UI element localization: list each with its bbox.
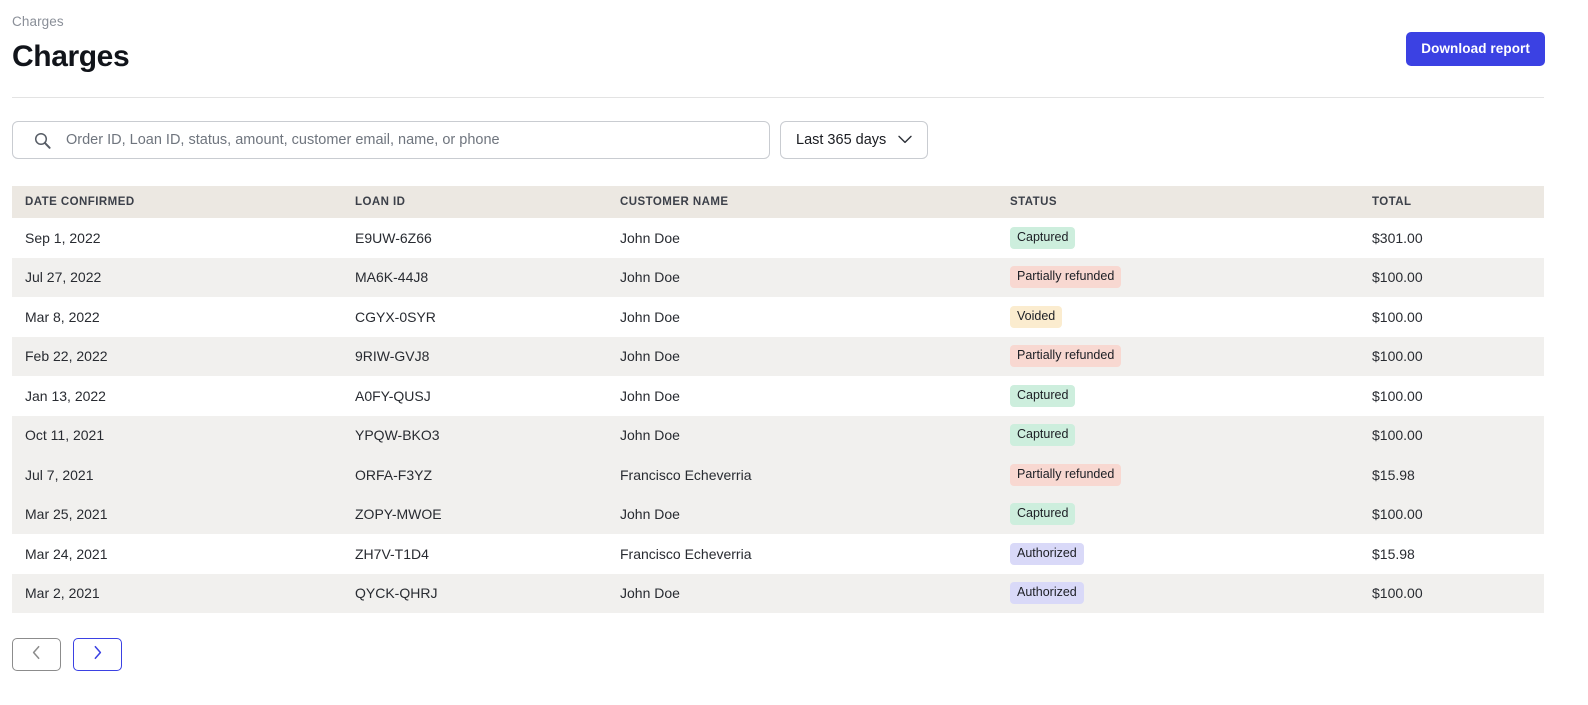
cell-total: $100.00	[1372, 416, 1544, 456]
cell-status: Captured	[1010, 416, 1372, 456]
status-badge: Captured	[1010, 424, 1075, 446]
cell-total: $100.00	[1372, 495, 1544, 535]
cell-customer: John Doe	[620, 337, 1010, 377]
table-row[interactable]: Sep 1, 2022E9UW-6Z66John DoeCaptured $301…	[12, 218, 1544, 258]
status-badge: Authorized	[1010, 582, 1084, 604]
cell-status: Authorized	[1010, 574, 1372, 614]
cell-date: Jul 7, 2021	[12, 455, 355, 495]
table-header-row: DATE CONFIRMED LOAN ID CUSTOMER NAME STA…	[12, 186, 1544, 218]
cell-customer: John Doe	[620, 416, 1010, 456]
chevron-left-icon	[32, 645, 41, 665]
table-row[interactable]: Jan 13, 2022A0FY-QUSJJohn DoeCaptured $10…	[12, 376, 1544, 416]
cell-status: Captured	[1010, 218, 1372, 258]
cell-loan_id: QYCK-QHRJ	[355, 574, 620, 614]
status-badge: Captured	[1010, 385, 1075, 407]
date-range-label: Last 365 days	[796, 132, 886, 148]
cell-total: $100.00	[1372, 258, 1544, 298]
status-badge: Captured	[1010, 227, 1075, 249]
cell-date: Sep 1, 2022	[12, 218, 355, 258]
pagination-next-button[interactable]	[73, 638, 122, 671]
download-report-button[interactable]: Download report	[1406, 32, 1545, 66]
page-title: Charges	[12, 39, 1544, 75]
cell-loan_id: A0FY-QUSJ	[355, 376, 620, 416]
pagination	[0, 613, 1588, 671]
page-header: Charges Charges Download report	[0, 0, 1588, 75]
cell-customer: Francisco Echeverria	[620, 455, 1010, 495]
cell-date: Mar 25, 2021	[12, 495, 355, 535]
cell-customer: Francisco Echeverria	[620, 534, 1010, 574]
cell-loan_id: E9UW-6Z66	[355, 218, 620, 258]
cell-total: $100.00	[1372, 297, 1544, 337]
cell-date: Jan 13, 2022	[12, 376, 355, 416]
table-row[interactable]: Mar 25, 2021ZOPY-MWOEJohn DoeCaptured $10…	[12, 495, 1544, 535]
cell-status: Authorized	[1010, 534, 1372, 574]
status-badge: Authorized	[1010, 543, 1084, 565]
status-badge: Voided	[1010, 306, 1062, 328]
table-row[interactable]: Jul 27, 2022MA6K-44J8John DoePartially r…	[12, 258, 1544, 298]
table-row[interactable]: Feb 22, 20229RIW-GVJ8John DoePartially r…	[12, 337, 1544, 377]
cell-loan_id: ORFA-F3YZ	[355, 455, 620, 495]
cell-loan_id: MA6K-44J8	[355, 258, 620, 298]
cell-customer: John Doe	[620, 495, 1010, 535]
charges-page: Charges Charges Download report Last 365…	[0, 0, 1588, 705]
cell-total: $100.00	[1372, 376, 1544, 416]
cell-loan_id: ZH7V-T1D4	[355, 534, 620, 574]
cell-loan_id: ZOPY-MWOE	[355, 495, 620, 535]
cell-date: Oct 11, 2021	[12, 416, 355, 456]
table-header: DATE CONFIRMED LOAN ID CUSTOMER NAME STA…	[12, 186, 1544, 218]
cell-loan_id: YPQW-BKO3	[355, 416, 620, 456]
search-field-wrapper	[12, 121, 770, 159]
cell-date: Mar 24, 2021	[12, 534, 355, 574]
cell-status: Partially refunded	[1010, 337, 1372, 377]
column-header-date-confirmed[interactable]: DATE CONFIRMED	[12, 186, 355, 218]
status-badge: Partially refunded	[1010, 345, 1121, 367]
chevron-down-icon	[898, 132, 912, 148]
column-header-status[interactable]: STATUS	[1010, 186, 1372, 218]
cell-date: Mar 2, 2021	[12, 574, 355, 614]
table-row[interactable]: Mar 2, 2021QYCK-QHRJJohn DoeAuthorized $1…	[12, 574, 1544, 614]
breadcrumb: Charges	[12, 14, 1544, 30]
charges-table-wrapper: DATE CONFIRMED LOAN ID CUSTOMER NAME STA…	[12, 186, 1544, 613]
cell-status: Captured	[1010, 495, 1372, 535]
cell-status: Partially refunded	[1010, 258, 1372, 298]
cell-total: $301.00	[1372, 218, 1544, 258]
status-badge: Partially refunded	[1010, 266, 1121, 288]
cell-status: Voided	[1010, 297, 1372, 337]
date-range-select[interactable]: Last 365 days	[780, 121, 928, 159]
table-body: Sep 1, 2022E9UW-6Z66John DoeCaptured$301…	[12, 218, 1544, 613]
column-header-loan-id[interactable]: LOAN ID	[355, 186, 620, 218]
cell-customer: John Doe	[620, 218, 1010, 258]
cell-date: Mar 8, 2022	[12, 297, 355, 337]
cell-loan_id: CGYX-0SYR	[355, 297, 620, 337]
cell-loan_id: 9RIW-GVJ8	[355, 337, 620, 377]
cell-total: $100.00	[1372, 574, 1544, 614]
search-input[interactable]	[12, 121, 770, 159]
status-badge: Partially refunded	[1010, 464, 1121, 486]
chevron-right-icon	[93, 645, 102, 665]
cell-date: Jul 27, 2022	[12, 258, 355, 298]
status-badge: Captured	[1010, 503, 1075, 525]
cell-total: $100.00	[1372, 337, 1544, 377]
table-row[interactable]: Mar 8, 2022CGYX-0SYRJohn DoeVoided $100.0…	[12, 297, 1544, 337]
cell-customer: John Doe	[620, 258, 1010, 298]
table-row[interactable]: Oct 11, 2021YPQW-BKO3John DoeCaptured $10…	[12, 416, 1544, 456]
cell-customer: John Doe	[620, 297, 1010, 337]
table-row[interactable]: Jul 7, 2021ORFA-F3YZFrancisco Echeverria…	[12, 455, 1544, 495]
cell-date: Feb 22, 2022	[12, 337, 355, 377]
cell-customer: John Doe	[620, 376, 1010, 416]
table-row[interactable]: Mar 24, 2021ZH7V-T1D4Francisco Echeverri…	[12, 534, 1544, 574]
cell-customer: John Doe	[620, 574, 1010, 614]
cell-status: Captured	[1010, 376, 1372, 416]
charges-table: DATE CONFIRMED LOAN ID CUSTOMER NAME STA…	[12, 186, 1544, 613]
filter-bar: Last 365 days	[0, 98, 1588, 159]
cell-total: $15.98	[1372, 455, 1544, 495]
cell-total: $15.98	[1372, 534, 1544, 574]
cell-status: Partially refunded	[1010, 455, 1372, 495]
pagination-prev-button[interactable]	[12, 638, 61, 671]
column-header-total[interactable]: TOTAL	[1372, 186, 1544, 218]
column-header-customer-name[interactable]: CUSTOMER NAME	[620, 186, 1010, 218]
